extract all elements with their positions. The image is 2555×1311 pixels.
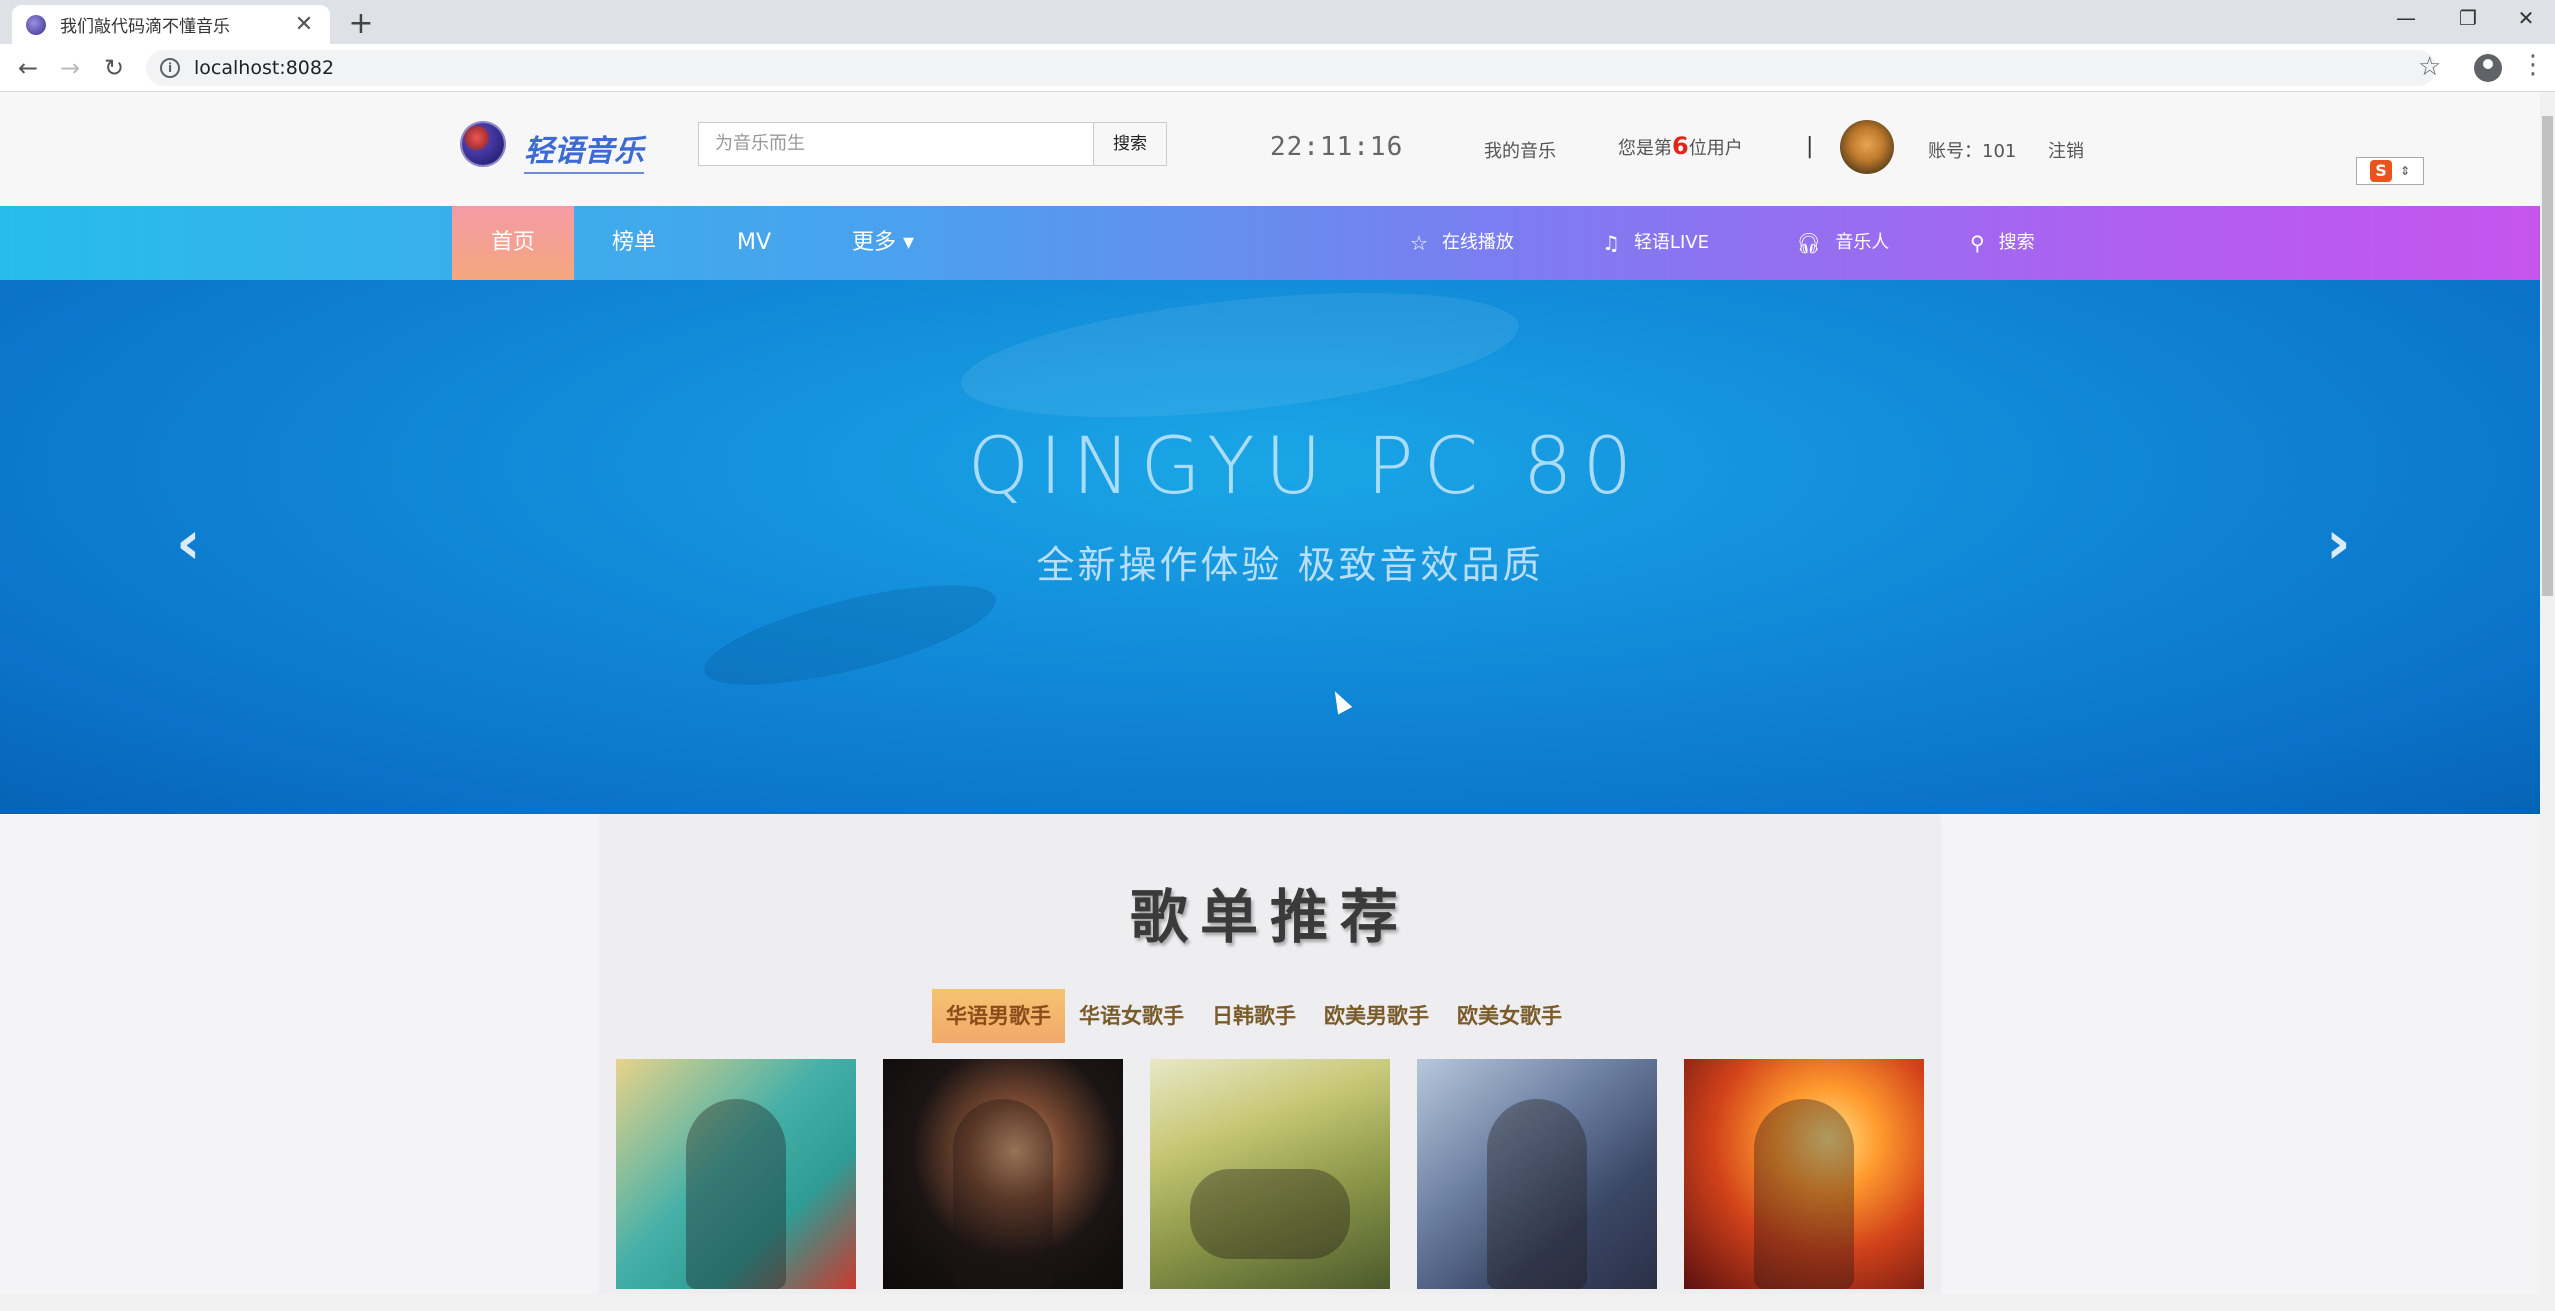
nav-search-label: 搜索 <box>1998 232 2035 253</box>
nav-charts[interactable]: 榜单 <box>592 206 676 280</box>
forward-icon[interactable]: → <box>54 52 86 84</box>
playlist-section: 歌单推荐 华语男歌手 华语女歌手 日韩歌手 欧美男歌手 欧美女歌手 <box>602 814 1938 1294</box>
section-title: 歌单推荐 <box>1129 883 1410 951</box>
music-note-icon: ♫ <box>1602 231 1620 255</box>
nav-live-label: 轻语LIVE <box>1633 232 1709 253</box>
site-info-icon[interactable]: i <box>160 58 180 78</box>
logo-icon[interactable] <box>462 123 504 165</box>
nav-search[interactable]: ⚲ 搜索 <box>1970 206 2035 280</box>
window-close-button[interactable]: ✕ <box>2496 0 2555 36</box>
tab-western-male[interactable]: 欧美男歌手 <box>1310 989 1443 1043</box>
nav-live[interactable]: ♫ 轻语LIVE <box>1602 206 1709 280</box>
user-rank-prefix: 您是第 <box>1618 138 1672 159</box>
playlist-cards <box>616 1059 1924 1289</box>
banner-subtitle: 全新操作体验 极致音效品质 <box>1036 543 1544 587</box>
user-rank: 您是第6位用户 <box>1618 132 1743 160</box>
account-label: 账号：101 <box>1928 141 2017 162</box>
card-image <box>1190 1169 1350 1259</box>
header-divider: | <box>1806 134 1814 159</box>
headphones-icon: 🎧︎ <box>1796 231 1822 255</box>
playlist-card[interactable] <box>1417 1059 1657 1289</box>
favicon-icon <box>26 14 46 35</box>
bookmark-star-icon[interactable]: ☆ <box>2418 52 2441 82</box>
url-text: localhost:8082 <box>194 57 335 79</box>
url-field[interactable]: i localhost:8082 <box>146 50 2436 86</box>
restore-button[interactable]: ❐ <box>2438 0 2498 36</box>
search-input[interactable]: 为音乐而生 <box>698 122 1094 166</box>
nav-home[interactable]: 首页 <box>452 206 574 280</box>
ime-menu-icon: ⇕ <box>2399 164 2411 178</box>
clock: 22:11:16 <box>1270 132 1404 162</box>
browser-tab[interactable]: 我们敲代码滴不懂音乐 ✕ <box>12 5 330 44</box>
card-image <box>1754 1099 1854 1289</box>
nav-mv[interactable]: MV <box>712 206 796 280</box>
browser-menu-icon[interactable]: ⋮ <box>2520 50 2546 80</box>
back-icon[interactable]: ← <box>12 52 44 84</box>
minimize-button[interactable]: — <box>2376 0 2436 36</box>
tab-title: 我们敲代码滴不懂音乐 <box>60 17 230 37</box>
tab-chinese-male[interactable]: 华语男歌手 <box>932 989 1065 1043</box>
tab-western-female[interactable]: 欧美女歌手 <box>1443 989 1576 1043</box>
card-image <box>953 1099 1053 1289</box>
ime-toolbar[interactable]: S ⇕ <box>2356 157 2424 185</box>
main-nav: 首页 榜单 MV 更多 ▾ ☆ 在线播放 ♫ 轻语LIVE 🎧︎ 音乐人 ⚲ 搜… <box>0 206 2540 280</box>
tab-chinese-female[interactable]: 华语女歌手 <box>1065 989 1198 1043</box>
singer-tabs: 华语男歌手 华语女歌手 日韩歌手 欧美男歌手 欧美女歌手 <box>932 989 1576 1043</box>
search-button[interactable]: 搜索 <box>1093 122 1167 166</box>
banner-next-icon[interactable]: › <box>2326 508 2351 578</box>
site-header: 轻语音乐 为音乐而生 搜索 22:11:16 我的音乐 您是第6位用户 | 账号… <box>0 92 2540 206</box>
logout-link[interactable]: 注销 <box>2048 137 2084 163</box>
tab-jp-kr[interactable]: 日韩歌手 <box>1198 989 1310 1043</box>
playlist-card[interactable] <box>883 1059 1123 1289</box>
browser-tab-bar: 我们敲代码滴不懂音乐 ✕ + — ❐ ✕ <box>0 0 2555 44</box>
user-rank-suffix: 位用户 <box>1688 138 1743 159</box>
playlist-card[interactable] <box>1684 1059 1924 1289</box>
tab-close-icon[interactable]: ✕ <box>292 12 316 37</box>
profile-icon[interactable] <box>2474 54 2502 82</box>
nav-more[interactable]: 更多 ▾ <box>836 206 930 280</box>
playlist-card[interactable] <box>616 1059 856 1289</box>
card-image <box>686 1099 786 1289</box>
user-rank-number: 6 <box>1672 132 1689 160</box>
my-music-link[interactable]: 我的音乐 <box>1484 137 1556 163</box>
scrollbar-thumb[interactable] <box>2542 116 2553 596</box>
reload-icon[interactable]: ↻ <box>98 52 130 84</box>
avatar[interactable] <box>1840 120 1894 174</box>
card-image <box>1487 1099 1587 1289</box>
nav-musician-label: 音乐人 <box>1835 232 1890 253</box>
star-icon: ☆ <box>1410 231 1428 255</box>
address-bar: ← → ↻ i localhost:8082 ☆ ⋮ <box>0 44 2555 92</box>
playlist-card[interactable] <box>1150 1059 1390 1289</box>
logo-text[interactable]: 轻语音乐 <box>524 126 644 174</box>
page-viewport: 轻语音乐 为音乐而生 搜索 22:11:16 我的音乐 您是第6位用户 | 账号… <box>0 92 2540 1294</box>
horizontal-scrollbar[interactable] <box>0 1294 2555 1311</box>
sogou-ime-icon: S <box>2369 160 2392 182</box>
nav-musician[interactable]: 🎧︎ 音乐人 <box>1796 206 1889 280</box>
vertical-scrollbar[interactable] <box>2540 92 2555 1294</box>
search-icon: ⚲ <box>1970 231 1985 255</box>
nav-online-play[interactable]: ☆ 在线播放 <box>1410 206 1514 280</box>
banner-whale-decoration <box>955 280 1525 439</box>
banner-carousel[interactable]: QINGYU PC 80 全新操作体验 极致音效品质 ‹ › <box>0 280 2540 814</box>
banner-title: QINGYU PC 80 <box>967 422 1643 512</box>
banner-prev-icon[interactable]: ‹ <box>176 508 201 578</box>
new-tab-button[interactable]: + <box>344 6 378 41</box>
nav-online-play-label: 在线播放 <box>1441 232 1514 253</box>
